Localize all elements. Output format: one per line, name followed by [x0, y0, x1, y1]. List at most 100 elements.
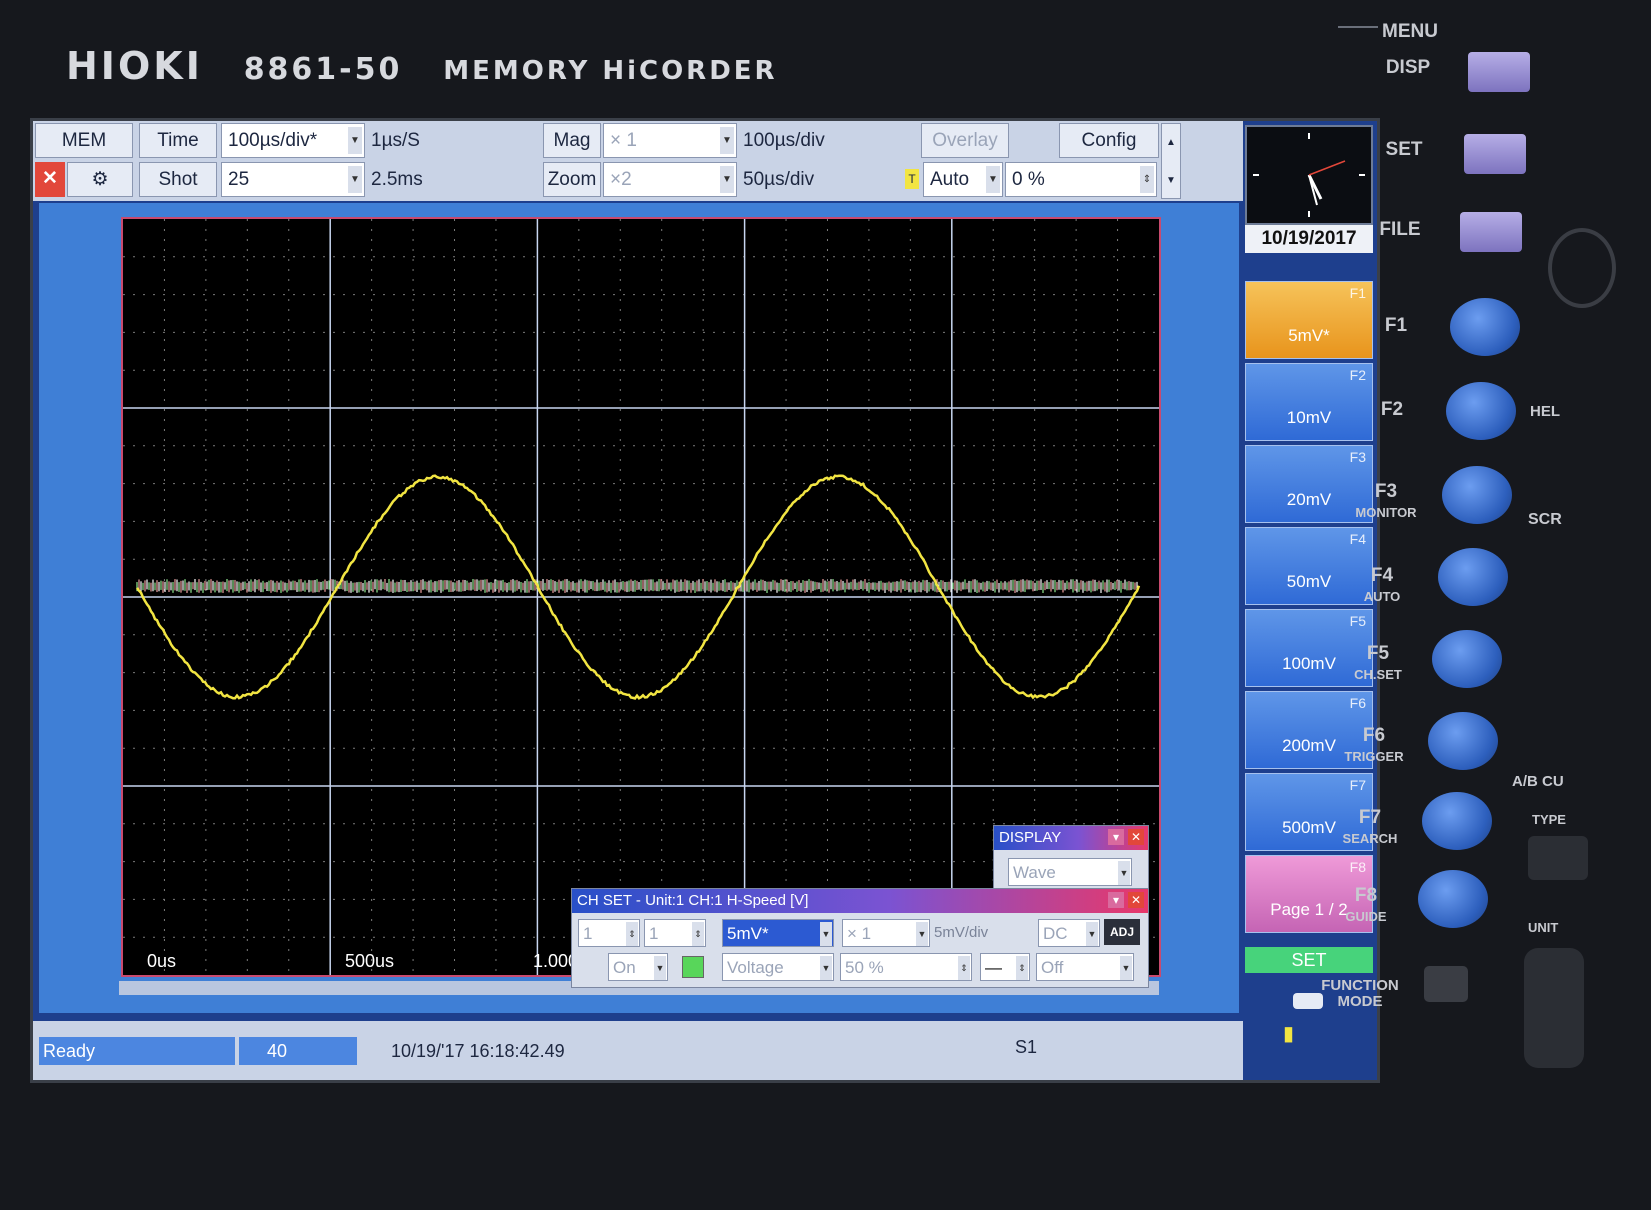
chevron-down-icon: ▼ [1120, 956, 1132, 980]
type-button[interactable] [1528, 836, 1588, 880]
spinner-icon: ⇕ [1016, 956, 1028, 980]
config-button[interactable]: Config [1059, 123, 1159, 158]
hw-f1-button[interactable] [1450, 298, 1520, 356]
time-div-select[interactable]: 100µs/div* ▼ [221, 123, 365, 158]
zoom-button[interactable]: Zoom [543, 162, 601, 197]
adj-button[interactable]: ADJ [1104, 919, 1140, 945]
trigger-percent-field[interactable]: 0 % ⇕ [1005, 162, 1157, 197]
chevron-down-icon: ▼ [654, 956, 666, 980]
filter-select[interactable]: Off ▼ [1036, 953, 1134, 981]
hw-f8-button[interactable] [1418, 870, 1488, 928]
trigger-icon: T [905, 169, 919, 189]
hw-key-label: F4 AUTO [1322, 566, 1442, 606]
shot-select[interactable]: 25 ▼ [221, 162, 365, 197]
unit-field[interactable]: 1 ⇕ [578, 919, 640, 947]
trigger-mode-select[interactable]: Auto ▼ [923, 162, 1003, 197]
hw-key-label: F5 CH.SET [1318, 644, 1438, 684]
function-mode-button[interactable] [1424, 966, 1468, 1002]
hw-f2-button[interactable] [1446, 382, 1516, 440]
set-label: SET [1344, 140, 1464, 159]
unit-knob[interactable] [1524, 948, 1584, 1068]
chevron-down-icon: ▼ [1118, 861, 1130, 885]
status-text: Ready [39, 1037, 235, 1065]
channel-field[interactable]: 1 ⇕ [644, 919, 706, 947]
trace-color-swatch[interactable] [682, 956, 704, 978]
chevron-down-icon: ▼ [1086, 922, 1098, 946]
file-label: FILE [1340, 220, 1460, 239]
side-label: SCR [1528, 510, 1588, 529]
status-bar: Ready 40 10/19/'17 16:18:42.49 S1 [33, 1021, 1243, 1081]
hw-f5-button[interactable] [1432, 630, 1502, 688]
hw-f6-button[interactable] [1428, 712, 1498, 770]
x-tick-label: 500us [345, 951, 394, 972]
settings-gear-icon[interactable]: ⚙ [67, 162, 133, 197]
line-style-field[interactable]: — ⇕ [980, 953, 1030, 981]
close-icon[interactable]: ✕ [1128, 829, 1144, 845]
toolbar-scroll[interactable]: ▲ ▼ [1161, 123, 1181, 199]
range-select[interactable]: 5mV* ▼ [722, 919, 834, 947]
spinner-icon: ⇕ [626, 922, 638, 946]
position-field[interactable]: 50 % ⇕ [840, 953, 972, 981]
range-div: 5mV/div [934, 919, 988, 947]
mag-div: 100µs/div [739, 123, 825, 158]
side-label: UNIT [1528, 918, 1588, 937]
spinner-icon: ⇕ [692, 922, 704, 946]
jog-dial[interactable] [1548, 228, 1616, 308]
spinner-icon: ⇕ [1140, 166, 1154, 193]
shot-length: 2.5ms [367, 162, 423, 197]
zoom-value: ×2 [610, 169, 632, 190]
overlay-button[interactable]: Overlay [921, 123, 1009, 158]
coupling-select[interactable]: DC ▼ [1038, 919, 1100, 947]
mode-select[interactable]: Voltage ▼ [722, 953, 834, 981]
trigger-mode-value: Auto [930, 169, 969, 190]
function-mode-label: FUNCTION MODE [1300, 978, 1420, 1010]
zoom-div: 50µs/div [739, 162, 814, 197]
hw-key-label: F1 [1336, 316, 1456, 337]
trigger-timestamp: 10/19/'17 16:18:42.49 [369, 1037, 669, 1065]
chevron-down-icon: ▼ [348, 127, 362, 154]
close-icon[interactable]: ✕ [1128, 892, 1144, 908]
lcd-screen: MEM Time 100µs/div* ▼ 1µs/S Mag × 1 ▼ 10… [30, 118, 1380, 1083]
set-hw-button[interactable] [1464, 134, 1526, 174]
sample-rate: 1µs/S [367, 123, 420, 158]
hw-f4-button[interactable] [1438, 548, 1508, 606]
menu-label: MENU [1350, 22, 1470, 41]
shot-button[interactable]: Shot [139, 162, 217, 197]
zoom-select[interactable]: ×2 ▼ [603, 162, 737, 197]
display-dialog-title: DISPLAY ▾ ✕ [994, 826, 1148, 850]
hw-f7-button[interactable] [1422, 792, 1492, 850]
product-name: MEMORY HiCORDER [443, 56, 777, 86]
hw-key-label: F6 TRIGGER [1314, 726, 1434, 766]
disp-label: DISP [1348, 58, 1468, 77]
display-on-select[interactable]: On ▼ [608, 953, 668, 981]
chevron-down-icon: ▼ [986, 166, 1000, 193]
minimize-icon[interactable]: ▾ [1108, 892, 1124, 908]
chset-dialog-title: CH SET - Unit:1 CH:1 H-Speed [V] ▾ ✕ [572, 889, 1148, 913]
file-button[interactable] [1460, 212, 1522, 252]
hw-key-label: F7 SEARCH [1310, 808, 1430, 848]
chset-dialog: CH SET - Unit:1 CH:1 H-Speed [V] ▾ ✕ 1 ⇕ … [571, 888, 1149, 988]
acquisition-count: 40 [239, 1037, 357, 1065]
close-icon[interactable]: ✕ [35, 162, 65, 197]
shot-value: 25 [228, 169, 249, 190]
trigger-percent-value: 0 % [1012, 169, 1045, 190]
chevron-down-icon: ▼ [916, 922, 928, 946]
disp-button[interactable] [1468, 52, 1530, 92]
display-dialog: DISPLAY ▾ ✕ Wave ▼ [993, 825, 1149, 891]
hw-f3-button[interactable] [1442, 466, 1512, 524]
chevron-down-icon: ▼ [720, 127, 734, 154]
set-button[interactable]: SET [1245, 947, 1373, 973]
mem-button[interactable]: MEM [35, 123, 133, 158]
spinner-icon: ⇕ [958, 956, 970, 980]
chevron-down-icon: ▼ [820, 956, 832, 980]
chevron-down-icon: ▼ [348, 166, 362, 193]
mag-select[interactable]: × 1 ▼ [603, 123, 737, 158]
time-button[interactable]: Time [139, 123, 217, 158]
sheet-indicator: S1 [991, 1033, 1051, 1061]
minimize-icon[interactable]: ▾ [1108, 829, 1124, 845]
model-number: 8861-50 [244, 52, 403, 87]
mag-select[interactable]: × 1 ▼ [842, 919, 930, 947]
mag-button[interactable]: Mag [543, 123, 601, 158]
hw-key-label: F3 MONITOR [1326, 482, 1446, 522]
display-mode-select[interactable]: Wave ▼ [1008, 858, 1132, 886]
